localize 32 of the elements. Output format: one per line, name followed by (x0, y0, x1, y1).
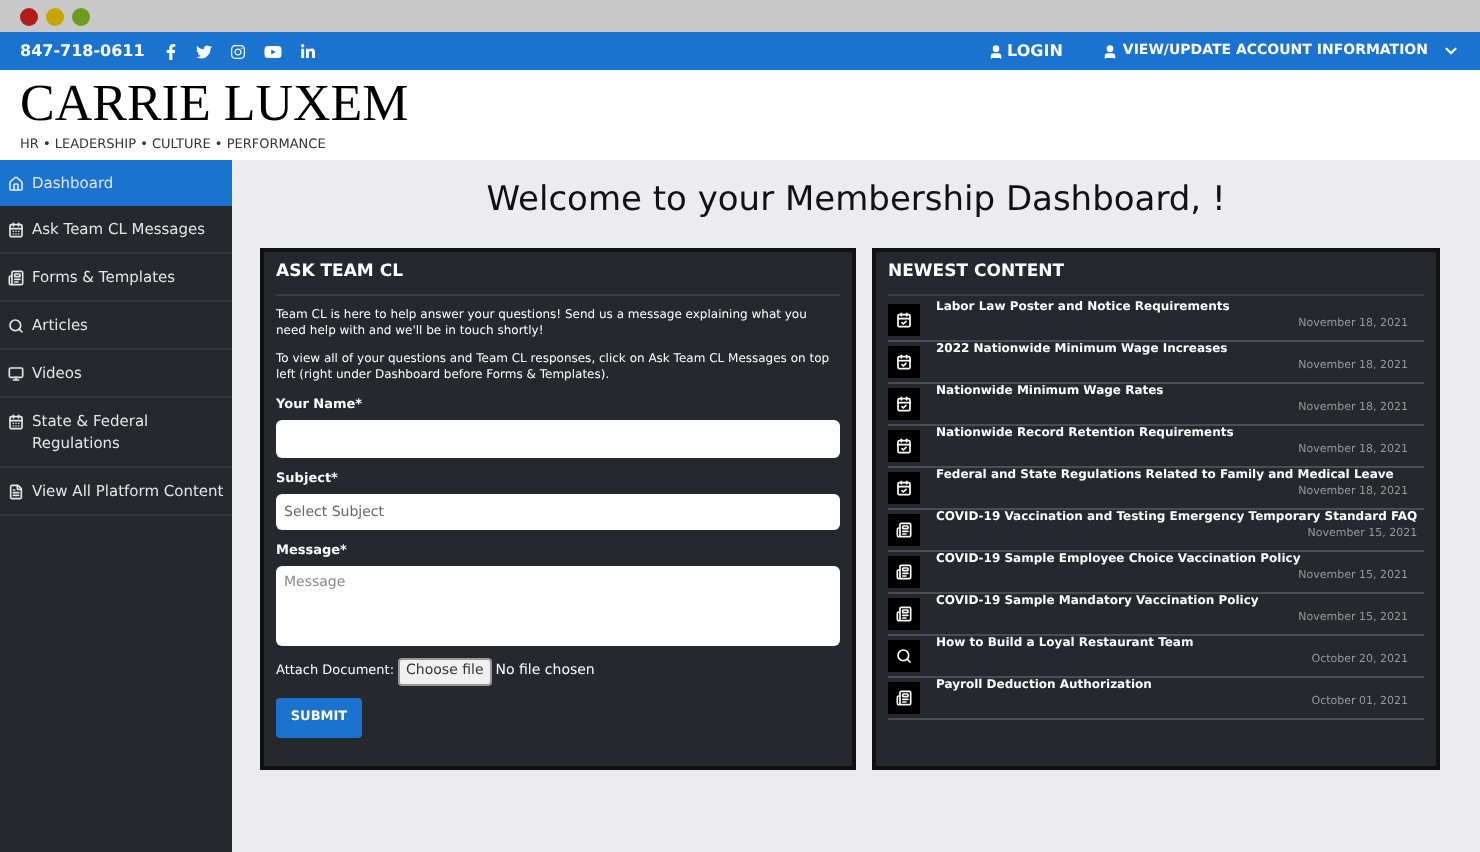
search-icon (896, 648, 912, 665)
form-icon (896, 564, 912, 581)
login-link[interactable]: LOGIN (987, 39, 1063, 63)
calendar-icon (896, 438, 912, 455)
logo-name[interactable]: CARRIE LUXEM (20, 78, 1460, 130)
name-field[interactable] (276, 420, 840, 458)
page-heading: Welcome to your Membership Dashboard, ! (484, 178, 1228, 224)
linkedin-icon[interactable] (300, 43, 317, 59)
file-icon (8, 483, 24, 499)
home-icon (8, 175, 24, 191)
twitter-icon[interactable] (196, 43, 213, 59)
form-icon (896, 606, 912, 623)
form-icon (896, 690, 912, 707)
user-icon (1102, 43, 1119, 59)
search-icon (8, 317, 24, 333)
monitor-icon (8, 365, 24, 381)
form-icon (896, 522, 912, 539)
form-icon (8, 269, 24, 285)
youtube-icon[interactable] (264, 43, 283, 59)
calendar-icon (8, 221, 24, 237)
phone-number: 847-718-0611 (20, 39, 145, 63)
calendar-icon (896, 312, 912, 329)
calendar-icon (896, 480, 912, 497)
facebook-icon[interactable] (164, 43, 179, 59)
caret-icon (1442, 42, 1460, 60)
calendar-icon (8, 413, 24, 429)
instagram-icon[interactable] (230, 43, 247, 59)
panel-title: NEWEST CONTENT (888, 259, 1424, 297)
calendar-icon (896, 396, 912, 413)
calendar-icon (896, 354, 912, 371)
user-icon (987, 43, 1004, 59)
panel-title: ASK TEAM CL (276, 259, 840, 297)
